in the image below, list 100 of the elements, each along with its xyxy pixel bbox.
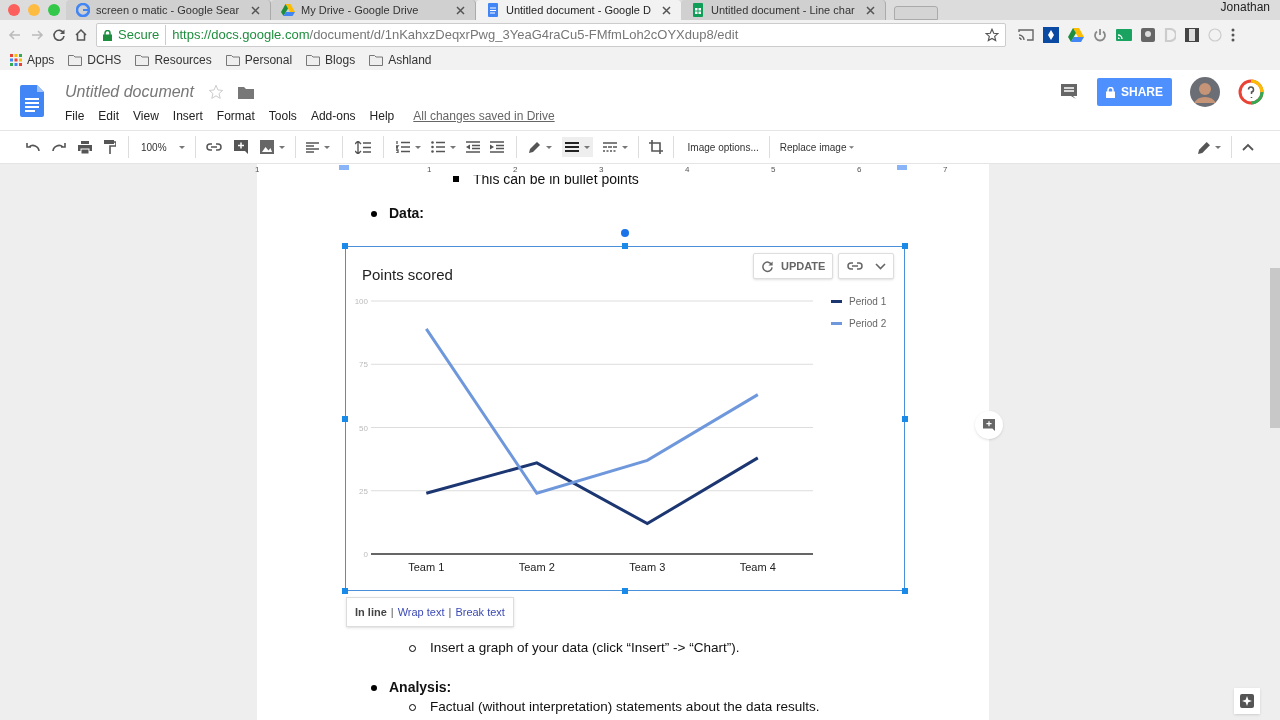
bookmark[interactable]: Personal [225, 51, 293, 69]
reload-icon[interactable] [52, 28, 66, 42]
increase-indent-icon[interactable] [489, 141, 504, 153]
undo-icon[interactable] [26, 142, 40, 152]
menu-item[interactable]: View [126, 106, 166, 126]
extension-icon[interactable] [1043, 27, 1059, 43]
link-icon[interactable] [205, 143, 222, 151]
folder-icon [68, 54, 83, 66]
scrollbar-thumb[interactable] [1270, 268, 1280, 428]
folder-icon[interactable] [237, 85, 254, 99]
ruler[interactable]: 1 1 2 3 4 5 6 7 [257, 164, 989, 175]
crop-icon[interactable] [648, 140, 663, 154]
editing-mode-button[interactable] [1198, 140, 1221, 154]
menu-item[interactable]: Insert [165, 106, 210, 126]
caret-icon [849, 145, 855, 149]
profile-name[interactable]: Jonathan [1220, 0, 1270, 16]
bookmark[interactable]: Blogs [306, 51, 356, 69]
zoom-dropdown[interactable]: 100% [141, 139, 185, 155]
url-path: /document/d/1nKahxzDeqxrPwg_3YeaG4raCu5-FMfmLoh2cOYXdup8/edit [309, 26, 739, 45]
bookmark-star-icon[interactable] [985, 28, 999, 42]
resize-handle[interactable] [342, 416, 348, 422]
browser-tab[interactable]: Untitled document - Google D [476, 0, 681, 20]
resize-handle[interactable] [902, 588, 908, 594]
browser-tab[interactable]: screen o matic - Google Sear [66, 0, 271, 20]
menu-item[interactable]: Edit [91, 106, 127, 126]
resize-handle[interactable] [622, 588, 628, 594]
comments-icon[interactable] [1060, 83, 1078, 101]
link-options-button[interactable] [838, 253, 894, 279]
wrap-option-link[interactable]: Break text [455, 603, 505, 621]
menu-item[interactable]: Tools [261, 106, 304, 126]
bookmark[interactable]: DCHS [68, 51, 122, 69]
rotate-handle[interactable] [621, 229, 629, 237]
menu-item[interactable]: Add-ons [303, 106, 363, 126]
border-weight-button[interactable] [561, 137, 593, 157]
decrease-indent-icon[interactable] [465, 141, 480, 153]
image-options-button[interactable]: Image options... [683, 139, 763, 155]
ruler-number: 1 [255, 164, 260, 175]
lock-icon [1106, 86, 1115, 98]
indent-marker[interactable] [897, 165, 907, 170]
border-dash-button[interactable] [602, 142, 628, 152]
wrap-option-link[interactable]: Wrap text [397, 603, 445, 621]
cast-icon[interactable] [1116, 29, 1132, 41]
document-title[interactable]: Untitled document [65, 80, 194, 104]
save-status-link[interactable]: All changes saved in Drive [413, 107, 555, 125]
resize-handle[interactable] [342, 243, 348, 249]
close-icon[interactable] [662, 5, 671, 15]
bookmark[interactable]: Resources [135, 51, 212, 69]
wrap-option-link[interactable]: In line [355, 603, 387, 621]
close-icon[interactable] [251, 5, 260, 15]
menu-item[interactable]: Format [209, 106, 262, 126]
add-comment-icon[interactable] [233, 140, 248, 154]
explore-button[interactable] [1234, 688, 1260, 714]
update-button[interactable]: UPDATE [753, 253, 834, 279]
print-icon[interactable] [78, 140, 92, 154]
resize-handle[interactable] [902, 416, 908, 422]
resize-handle[interactable] [342, 588, 348, 594]
separator: | [448, 604, 452, 620]
numbered-list-button[interactable] [395, 141, 421, 153]
align-button[interactable] [305, 141, 330, 153]
replace-image-button[interactable]: Replace image [775, 139, 859, 155]
add-comment-button[interactable] [975, 411, 1003, 439]
film-icon[interactable] [1185, 28, 1199, 42]
ruler-number: 2 [513, 164, 518, 175]
border-color-button[interactable] [528, 141, 552, 153]
bullet-icon [453, 176, 459, 182]
chart-frame[interactable] [345, 246, 905, 591]
avatar-icon[interactable] [1190, 77, 1220, 107]
cast-icon[interactable] [1018, 28, 1034, 42]
close-icon[interactable] [866, 5, 875, 15]
indent-marker[interactable] [339, 165, 349, 170]
drive-icon[interactable] [1068, 28, 1084, 42]
insert-image-button[interactable] [259, 140, 285, 154]
docs-logo-icon[interactable] [20, 85, 44, 117]
resize-handle[interactable] [902, 243, 908, 249]
power-icon[interactable] [1093, 28, 1107, 42]
home-icon[interactable] [74, 28, 88, 42]
menu-item[interactable]: File [58, 106, 92, 126]
browser-tab[interactable]: Untitled document - Line char [681, 0, 886, 20]
close-icon[interactable] [456, 5, 465, 15]
menu-item[interactable]: Help [362, 106, 402, 126]
collapse-icon[interactable] [1242, 143, 1254, 151]
add-comment-icon [983, 419, 995, 431]
sparkle-icon [1240, 694, 1254, 708]
spreadsheet-icon [691, 3, 705, 17]
address-bar[interactable]: Secure https://docs.google.com/document/d/1nKahxzDeqxrPwg_3YeaG4raCu5-FMfmLoh2cOYXdup8/edit [96, 23, 1006, 47]
bulleted-list-button[interactable] [430, 141, 456, 153]
chevron-down-icon [874, 262, 886, 270]
image-icon [259, 140, 274, 154]
resize-handle[interactable] [622, 243, 628, 249]
apps-grid-icon [10, 54, 22, 66]
redo-icon[interactable] [52, 142, 66, 152]
more-icon[interactable] [1231, 28, 1235, 42]
bookmark[interactable]: Ashland [369, 51, 432, 69]
browser-tab[interactable]: My Drive - Google Drive [271, 0, 476, 20]
paint-format-icon[interactable] [104, 140, 116, 154]
bookmark[interactable]: Apps [10, 51, 55, 69]
help-icon[interactable] [1238, 79, 1264, 105]
star-icon[interactable] [207, 84, 224, 100]
line-spacing-icon[interactable] [354, 140, 371, 154]
folder-icon [369, 54, 384, 66]
